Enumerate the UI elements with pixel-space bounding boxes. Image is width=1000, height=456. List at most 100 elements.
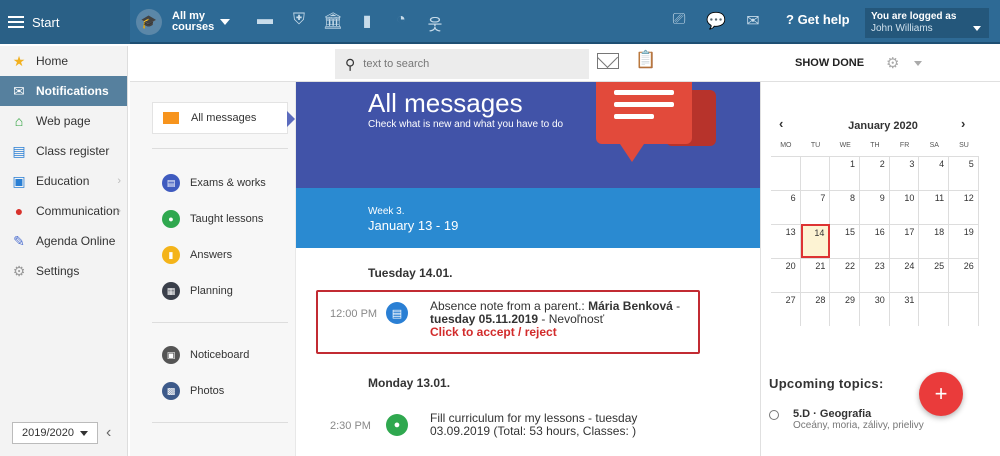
- weekday-label: TU: [810, 142, 821, 149]
- sidebar-item-web-page[interactable]: ⌂ Web page: [0, 106, 127, 136]
- sidebar-item-education[interactable]: ▣ Education ›: [0, 166, 127, 196]
- calendar-day[interactable]: 31: [889, 292, 920, 326]
- sidebar-item-class-register[interactable]: ▤ Class register: [0, 136, 127, 166]
- collapse-sidebar-icon[interactable]: ‹: [106, 424, 111, 442]
- calendar-day[interactable]: 2: [860, 156, 890, 190]
- accept-reject-link[interactable]: Click to accept / reject: [430, 325, 557, 339]
- calendar-day[interactable]: 16: [860, 224, 890, 258]
- calendar-day[interactable]: 7: [800, 190, 831, 224]
- calendar-day[interactable]: 30: [860, 292, 890, 326]
- house-icon: ⌂: [14, 113, 24, 129]
- calendar-day[interactable]: 9: [860, 190, 890, 224]
- gear-icon: ⚙: [12, 262, 26, 279]
- calendar-day[interactable]: 27: [771, 292, 801, 326]
- education-icon: ▣: [12, 172, 26, 189]
- chevron-down-icon[interactable]: [914, 61, 922, 66]
- clipboard-icon[interactable]: 📋: [635, 50, 656, 70]
- category-answers[interactable]: ▮ Answers: [162, 246, 232, 264]
- exam-icon: ▤: [162, 174, 180, 192]
- calendar-days: 1 2 3 4 5 6 7 8 9 10 11 12 13 14 15 16 17 18 19 20 21 22 23 24 2…: [771, 156, 979, 326]
- briefcase-icon[interactable]: ▬: [254, 11, 276, 33]
- category-taught-lessons[interactable]: ● Taught lessons: [162, 210, 263, 228]
- top-bar: Start 🎓 All my courses ▬ ⛨ 🏛 ▮ ◔ 웃 ⎚ 💬 ✉…: [0, 0, 1000, 44]
- book-icon: ▤: [12, 142, 26, 159]
- category-label: All messages: [191, 112, 257, 124]
- calendar-day[interactable]: 24: [889, 258, 920, 292]
- calendar-day[interactable]: 17: [889, 224, 920, 258]
- logged-as-label: You are logged as: [871, 11, 957, 22]
- calendar-prev-icon[interactable]: ‹: [779, 116, 783, 131]
- category-photos[interactable]: ▩ Photos: [162, 382, 224, 400]
- search-input[interactable]: ⚲ text to search: [335, 49, 589, 79]
- calendar-day[interactable]: 25: [919, 258, 950, 292]
- category-noticeboard[interactable]: ▣ Noticeboard: [162, 346, 249, 364]
- calendar-day[interactable]: 28: [800, 292, 831, 326]
- divider: [152, 422, 288, 423]
- weekday-label: SA: [929, 142, 939, 149]
- calendar-day[interactable]: 5: [949, 156, 979, 190]
- add-button[interactable]: +: [919, 372, 963, 416]
- calendar-day[interactable]: 19: [949, 224, 979, 258]
- speech-bubble-icon: [596, 82, 692, 144]
- calendar-day[interactable]: 20: [771, 258, 801, 292]
- calendar-day[interactable]: 10: [889, 190, 920, 224]
- people-icon[interactable]: 웃: [424, 11, 446, 34]
- get-help-button[interactable]: ? Get help: [786, 12, 850, 27]
- envelope-icon[interactable]: [597, 53, 619, 69]
- category-label: Answers: [190, 249, 233, 261]
- weekday-label: MO: [780, 142, 792, 149]
- user-menu[interactable]: You are logged as John Williams: [865, 8, 989, 38]
- calendar-day[interactable]: 21: [800, 258, 831, 292]
- week-banner: Week 3. January 13 - 19: [296, 188, 760, 248]
- calendar-day[interactable]: 12: [949, 190, 979, 224]
- weekday-label: SU: [959, 142, 969, 149]
- calendar-day[interactable]: 18: [919, 224, 950, 258]
- compass-icon[interactable]: ◔: [390, 11, 412, 33]
- calendar-day[interactable]: 15: [830, 224, 861, 258]
- chat-bubbles-icon[interactable]: 💬: [705, 11, 727, 33]
- sidebar-item-label: Settings: [36, 264, 80, 278]
- sidebar-item-settings[interactable]: ⚙ Settings: [0, 256, 127, 286]
- envelope-icon: [163, 112, 179, 124]
- calendar-day[interactable]: 22: [830, 258, 861, 292]
- show-done-button[interactable]: SHOW DONE: [795, 57, 864, 69]
- calendar-day[interactable]: 14: [800, 224, 831, 258]
- calendar-day: [800, 156, 831, 190]
- mail-icon[interactable]: ✉: [742, 11, 764, 33]
- week-label: Week 3.: [368, 206, 405, 217]
- sidebar-item-agenda-online[interactable]: ✎ Agenda Online: [0, 226, 127, 256]
- lesson-icon: ●: [386, 414, 408, 436]
- category-label: Exams & works: [190, 177, 266, 189]
- calendar-day[interactable]: 4: [919, 156, 950, 190]
- category-exams-works[interactable]: ▤ Exams & works: [162, 174, 266, 192]
- institution-icon[interactable]: 🏛: [322, 11, 344, 33]
- category-label: Noticeboard: [190, 349, 250, 361]
- category-label: Planning: [190, 285, 233, 297]
- school-year-select[interactable]: 2019/2020: [12, 422, 98, 444]
- sidebar-item-communication[interactable]: ● Communication ›: [0, 196, 127, 226]
- cast-icon[interactable]: ⎚: [668, 11, 690, 33]
- category-planning[interactable]: ▦ Planning: [162, 282, 233, 300]
- calendar-day[interactable]: 26: [949, 258, 979, 292]
- calendar-day[interactable]: 1: [830, 156, 861, 190]
- calendar-day[interactable]: 29: [830, 292, 861, 326]
- gear-icon[interactable]: ⚙: [886, 54, 899, 72]
- category-all-messages[interactable]: All messages: [152, 102, 295, 134]
- calendar-day[interactable]: 8: [830, 190, 861, 224]
- calendar-day[interactable]: 3: [889, 156, 920, 190]
- start-button[interactable]: Start: [0, 0, 130, 44]
- calendar-day[interactable]: 23: [860, 258, 890, 292]
- calendar: MO TU WE TH FR SA SU 1 2 3 4 5 6 7 8 9 10 11 12 13 14 15 16 17…: [771, 142, 979, 326]
- bar-chart-icon[interactable]: ▮: [356, 11, 378, 33]
- calendar-day[interactable]: 6: [771, 190, 801, 224]
- search-icon: ⚲: [345, 55, 356, 72]
- calendar-next-icon[interactable]: ›: [961, 116, 965, 131]
- sidebar-item-home[interactable]: ★ Home: [0, 46, 127, 76]
- sidebar-item-notifications[interactable]: ✉ Notifications: [0, 76, 127, 106]
- right-panel: ‹ January 2020 › MO TU WE TH FR SA SU 12345678…: [760, 82, 1000, 456]
- calendar-day[interactable]: 11: [919, 190, 950, 224]
- noticeboard-icon: ▣: [162, 346, 180, 364]
- shield-icon[interactable]: ⛨: [288, 11, 310, 33]
- calendar-day[interactable]: 13: [771, 224, 801, 258]
- all-courses-dropdown[interactable]: 🎓 All my courses: [136, 8, 230, 36]
